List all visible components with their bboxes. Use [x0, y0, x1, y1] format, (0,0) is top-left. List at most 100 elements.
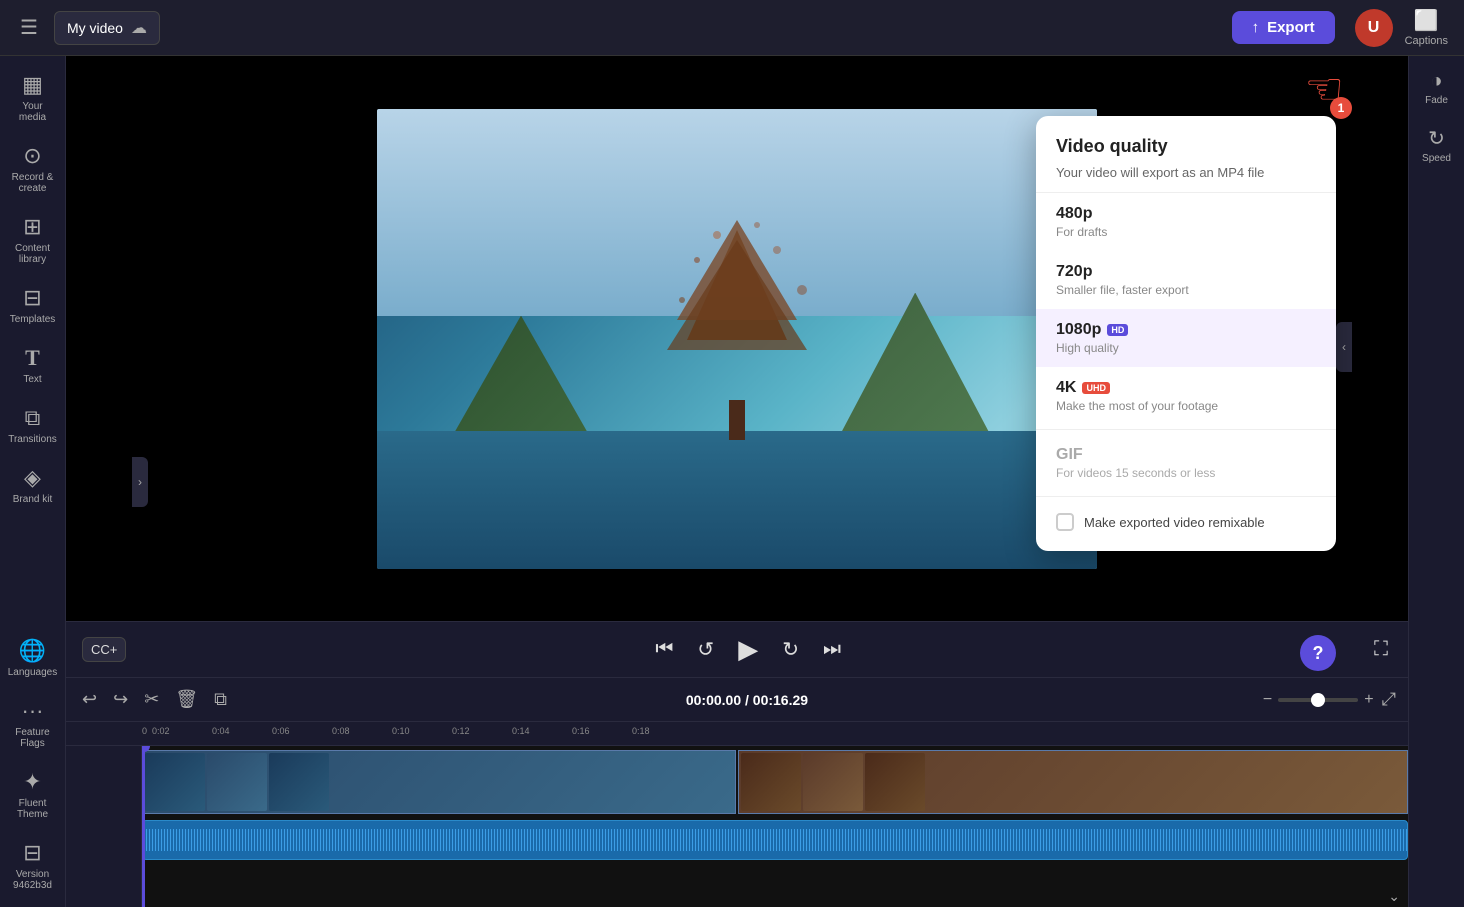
quality-option-720p[interactable]: 720p Smaller file, faster export: [1036, 251, 1336, 309]
cc-button[interactable]: CC+: [82, 637, 126, 662]
right-panel-collapse-button[interactable]: ‹: [1336, 322, 1352, 372]
timeline-expand-button[interactable]: ⤢: [1382, 689, 1396, 710]
sidebar-label-templates: Templates: [10, 314, 56, 325]
sidebar-item-fluent-theme[interactable]: ✦ Fluent Theme: [4, 761, 62, 828]
sidebar-item-templates[interactable]: ⊟ Templates: [4, 277, 62, 333]
captions-button[interactable]: ⬜ Captions: [1405, 8, 1448, 47]
timeline-playhead: [142, 746, 145, 907]
right-panel-fade[interactable]: ◑ Fade: [1412, 64, 1462, 112]
zoom-thumb: [1311, 693, 1325, 707]
sidebar-label-languages: Languages: [8, 667, 58, 678]
timeline-bottom-chevron[interactable]: ⌄: [1388, 888, 1400, 905]
fluent-theme-icon: ✦: [23, 769, 41, 795]
quality-divider: [1036, 429, 1336, 430]
sidebar-item-record-create[interactable]: ⊙ Record & create: [4, 135, 62, 202]
video-clip-1[interactable]: [142, 750, 736, 814]
sidebar-item-transitions[interactable]: ⧉ Transitions: [4, 397, 62, 453]
zoom-out-button[interactable]: −: [1263, 691, 1272, 709]
remixable-checkbox[interactable]: [1056, 513, 1074, 531]
quality-option-4k[interactable]: 4K UHD Make the most of your footage: [1036, 367, 1336, 425]
sidebar-label-brand-kit: Brand kit: [13, 494, 52, 505]
track-content: [142, 746, 1408, 907]
sidebar-item-brand-kit[interactable]: ◈ Brand kit: [4, 457, 62, 513]
audio-clip-1[interactable]: [142, 820, 1408, 860]
sidebar-item-version[interactable]: ⊟ Version 9462b3d: [4, 832, 62, 899]
sidebar-item-feature-flags[interactable]: ··· Feature Flags: [4, 690, 62, 757]
quality-option-row-1080p: 1080p HD: [1056, 321, 1316, 339]
playback-center: ⏮ ↺ ▶ ↻ ⏭: [651, 630, 845, 669]
timeline-ruler: 0 0:02 0:04 0:06 0:08 0:10 0:12 0:14 0:1…: [66, 722, 1408, 746]
export-button[interactable]: ↑ Export: [1232, 11, 1335, 44]
transitions-icon: ⧉: [25, 405, 41, 431]
sidebar-label-your-media: Your media: [8, 101, 58, 123]
zoom-slider[interactable]: [1278, 698, 1358, 702]
sidebar-item-text[interactable]: T Text: [4, 337, 62, 393]
feature-flags-icon: ···: [22, 698, 44, 724]
duplicate-button[interactable]: ⧉: [210, 685, 231, 714]
speed-label: Speed: [1422, 153, 1451, 164]
play-button[interactable]: ▶: [734, 630, 762, 669]
zoom-controls: − +: [1263, 691, 1374, 709]
quality-option-1080p[interactable]: 1080p HD High quality: [1036, 309, 1336, 367]
video-clips: [142, 750, 1408, 814]
captions-label: Captions: [1405, 35, 1448, 47]
delete-button[interactable]: 🗑: [171, 685, 202, 714]
help-button[interactable]: ?: [1300, 635, 1336, 671]
quality-option-gif[interactable]: GIF For videos 15 seconds or less: [1036, 434, 1336, 492]
audio-track: [142, 818, 1408, 862]
video-quality-popup: Video quality Your video will export as …: [1036, 116, 1336, 551]
zoom-in-button[interactable]: +: [1364, 691, 1373, 709]
quality-name-480p: 480p: [1056, 205, 1316, 223]
sidebar-label-content-library: Content library: [8, 243, 58, 265]
video-clip-2[interactable]: [738, 750, 1408, 814]
sidebar-label-record: Record & create: [8, 172, 58, 194]
right-panel-speed[interactable]: ↻ Speed: [1412, 120, 1462, 170]
playback-controls: CC+ ⏮ ↺ ▶ ↻ ⏭ ⛶: [66, 621, 1408, 677]
sidebar-item-content-library[interactable]: ⊞ Content library: [4, 206, 62, 273]
quality-desc-4k: Make the most of your footage: [1056, 399, 1316, 413]
menu-button[interactable]: ☰: [16, 11, 42, 44]
quality-badge-hd: HD: [1107, 324, 1128, 336]
editor-area: ›: [66, 56, 1408, 907]
quality-name-1080p: 1080p: [1056, 321, 1101, 339]
sidebar-label-text: Text: [23, 374, 41, 385]
undo-button[interactable]: ↩: [78, 685, 101, 714]
export-arrow-icon: ↑: [1252, 19, 1260, 36]
sidebar-label-fluent-theme: Fluent Theme: [8, 798, 58, 820]
sidebar-item-your-media[interactable]: ▦ Your media: [4, 64, 62, 131]
video-frame: [377, 109, 1097, 569]
record-icon: ⊙: [23, 143, 41, 169]
sidebar-collapse-button[interactable]: ›: [132, 457, 148, 507]
media-icon: ▦: [22, 72, 43, 98]
quality-option-row-4k: 4K UHD: [1056, 379, 1316, 397]
quality-popup-subtitle: Your video will export as an MP4 file: [1036, 165, 1336, 193]
fullscreen-button[interactable]: ⛶: [1370, 634, 1392, 665]
timeline: ↩ ↪ ✂ 🗑 ⧉ 00:00.00 / 00:16.29 − + ⤢: [66, 677, 1408, 907]
quality-popup-title: Video quality: [1036, 136, 1336, 165]
sidebar-label-transitions: Transitions: [8, 434, 57, 445]
video-title[interactable]: My video ☁: [54, 11, 160, 45]
sidebar-item-languages[interactable]: 🌐 Languages: [4, 630, 62, 686]
skip-forward-button[interactable]: ⏭: [819, 634, 845, 665]
quality-name-gif: GIF: [1056, 446, 1316, 464]
fade-icon: ◑: [1430, 70, 1442, 93]
avatar[interactable]: U: [1355, 9, 1393, 47]
quality-desc-480p: For drafts: [1056, 225, 1316, 239]
templates-icon: ⊟: [23, 285, 41, 311]
cut-button[interactable]: ✂: [140, 685, 163, 714]
quality-desc-1080p: High quality: [1056, 341, 1316, 355]
languages-icon: 🌐: [19, 638, 46, 664]
rewind-button[interactable]: ↺: [693, 633, 718, 666]
redo-button[interactable]: ↪: [109, 685, 132, 714]
video-title-text: My video: [67, 20, 123, 36]
quality-desc-720p: Smaller file, faster export: [1056, 283, 1316, 297]
timeline-tracks: [66, 746, 1408, 907]
brand-kit-icon: ◈: [24, 465, 41, 491]
export-label: Export: [1267, 19, 1315, 36]
quality-divider-2: [1036, 496, 1336, 497]
quality-option-480p[interactable]: 480p For drafts: [1036, 193, 1336, 251]
forward-button[interactable]: ↻: [778, 633, 803, 666]
skip-back-button[interactable]: ⏮: [651, 634, 677, 665]
playback-right: ⛶: [1370, 634, 1392, 665]
remixable-label: Make exported video remixable: [1084, 515, 1265, 530]
